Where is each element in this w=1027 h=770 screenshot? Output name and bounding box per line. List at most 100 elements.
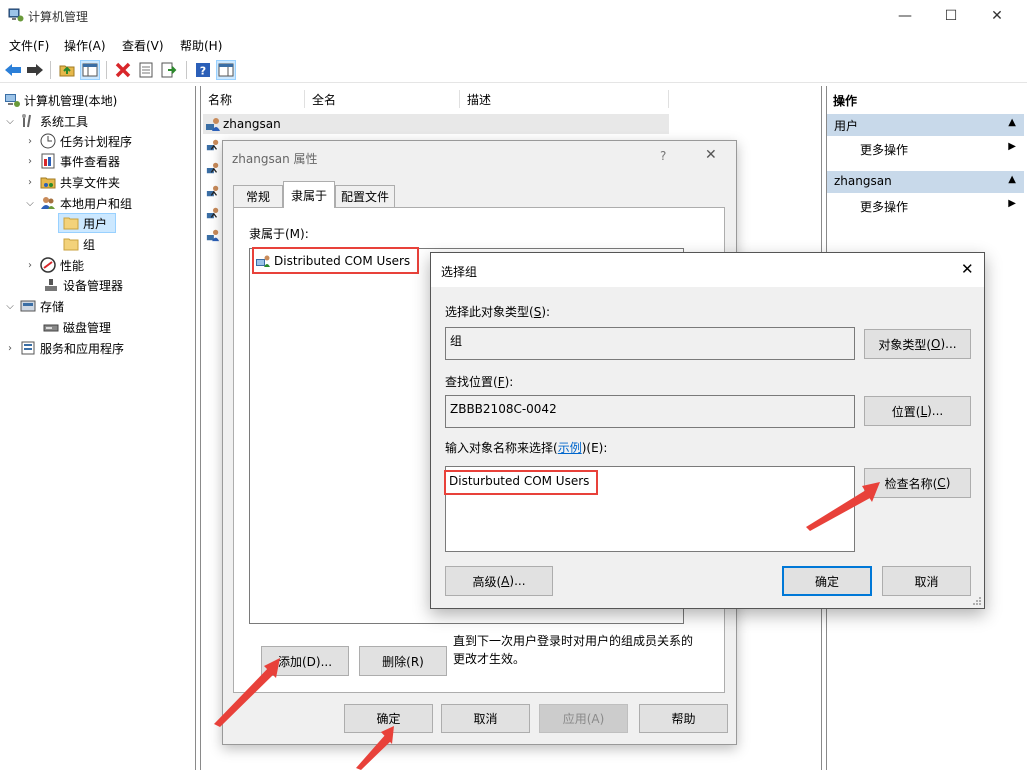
select-ok-button[interactable]: 确定 [782, 566, 872, 596]
performance-icon [40, 257, 56, 273]
collapsed-chevron-icon[interactable]: › [24, 177, 36, 188]
help-icon[interactable]: ? [193, 60, 213, 80]
tree-device-manager[interactable]: 设备管理器 [43, 275, 123, 295]
tree-task-scheduler[interactable]: › 任务计划程序 [24, 131, 132, 151]
collapsed-chevron-icon[interactable]: › [4, 343, 16, 354]
clock-icon [40, 133, 56, 149]
actions-group-users-label: 用户 [834, 119, 859, 133]
event-viewer-icon [41, 153, 55, 169]
add-button[interactable]: 添加(D)... [261, 646, 349, 676]
select-dialog-title-bar [431, 253, 984, 287]
menu-help[interactable]: 帮助(H) [180, 37, 222, 54]
help-button[interactable]: 帮助 [639, 704, 728, 733]
remove-button[interactable]: 删除(R) [359, 646, 447, 676]
expanded-chevron-icon[interactable]: ⌵ [4, 301, 16, 312]
collapsed-chevron-icon[interactable]: › [24, 156, 36, 167]
column-header-description[interactable]: 描述 [467, 91, 491, 108]
action-more-actions-users[interactable]: 更多操作 ▶ [827, 138, 1024, 160]
tree-services-apps[interactable]: › 服务和应用程序 [4, 338, 124, 358]
tab-general[interactable]: 常规 [233, 185, 283, 207]
show-hide-tree-icon[interactable] [80, 60, 100, 80]
tree-event-viewer[interactable]: › 事件查看器 [24, 151, 120, 171]
actions-group-zhangsan[interactable]: zhangsan ▲ [827, 171, 1024, 193]
user-icon[interactable] [206, 228, 220, 242]
column-header-name[interactable]: 名称 [208, 91, 232, 108]
tree-users[interactable]: 用户 [58, 213, 117, 233]
disk-icon [43, 324, 59, 332]
properties-icon[interactable] [136, 60, 156, 80]
tree-event-viewer-label: 事件查看器 [60, 154, 121, 169]
minimize-button[interactable]: — [882, 0, 928, 32]
membership-note: 直到下一次用户登录时对用户的组成员关系的更改才生效。 [453, 634, 694, 666]
computer-management-icon [8, 8, 24, 22]
delete-icon[interactable] [113, 60, 133, 80]
actions-group-users[interactable]: 用户 ▲ [827, 114, 1024, 136]
console-tree: 计算机管理(本地) ⌵ 系统工具 › 任务计划程序 › 事件查看器 › 共享文件… [0, 86, 196, 770]
tree-root[interactable]: 计算机管理(本地) [4, 90, 117, 110]
collapsed-chevron-icon[interactable]: › [24, 260, 36, 271]
advanced-button[interactable]: 高级(A)... [445, 566, 553, 596]
examples-link[interactable]: 示例 [558, 441, 582, 455]
submenu-arrow-icon: ▶ [1008, 141, 1016, 152]
location-label: 查找位置(F): [445, 375, 514, 389]
user-icon[interactable] [206, 184, 220, 198]
tools-icon [22, 114, 31, 128]
folder-icon [63, 238, 79, 251]
users-group-icon [41, 197, 55, 209]
object-types-button[interactable]: 对象类型(O)... [864, 329, 971, 359]
maximize-button[interactable]: ☐ [928, 0, 974, 32]
location-field: ZBBB2108C-0042 [445, 395, 855, 428]
dialog-help-button[interactable]: ? [660, 149, 666, 163]
window-title: 计算机管理 [28, 10, 89, 24]
tree-disk-management[interactable]: 磁盘管理 [43, 317, 111, 337]
action-more-actions-zhangsan[interactable]: 更多操作 ▶ [827, 195, 1024, 217]
menu-file[interactable]: 文件(F) [9, 37, 49, 54]
user-icon[interactable] [206, 206, 220, 220]
select-cancel-button[interactable]: 取消 [882, 566, 971, 596]
tree-groups-label: 组 [83, 237, 96, 252]
select-dialog-close-button[interactable]: ✕ [961, 260, 974, 278]
annotation-highlight-box [444, 470, 598, 495]
tree-system-tools[interactable]: ⌵ 系统工具 [4, 111, 88, 131]
tree-performance[interactable]: › 性能 [24, 255, 84, 275]
resize-grip-icon[interactable] [972, 596, 982, 606]
apply-button[interactable]: 应用(A) [539, 704, 628, 733]
user-icon[interactable] [206, 138, 220, 152]
svg-text:?: ? [200, 65, 206, 78]
close-window-button[interactable]: ✕ [974, 0, 1020, 32]
select-groups-dialog: 选择组 ✕ 选择此对象类型(S): 组 对象类型(O)... 查找位置(F): … [430, 252, 985, 609]
tree-storage[interactable]: ⌵ 存储 [4, 296, 64, 316]
export-list-icon[interactable] [159, 60, 179, 80]
menu-view[interactable]: 查看(V) [122, 37, 164, 54]
collapse-triangle-icon[interactable]: ▲ [1008, 174, 1016, 185]
tree-groups[interactable]: 组 [63, 234, 95, 254]
tree-local-users-groups-label: 本地用户和组 [60, 196, 133, 211]
expanded-chevron-icon[interactable]: ⌵ [4, 116, 16, 127]
up-folder-icon[interactable] [57, 60, 77, 80]
select-dialog-title: 选择组 [441, 265, 478, 279]
collapse-triangle-icon[interactable]: ▲ [1008, 117, 1016, 128]
back-arrow-icon[interactable] [3, 60, 23, 80]
show-hide-action-pane-icon[interactable] [216, 60, 236, 80]
tree-local-users-groups[interactable]: ⌵ 本地用户和组 [24, 193, 132, 213]
tab-member-of[interactable]: 隶属于 [283, 181, 335, 208]
annotation-highlight-box [252, 247, 419, 274]
collapsed-chevron-icon[interactable]: › [24, 136, 36, 147]
locations-button[interactable]: 位置(L)... [864, 396, 971, 426]
menu-action[interactable]: 操作(A) [64, 37, 106, 54]
check-names-button[interactable]: 检查名称(C) [864, 468, 971, 498]
user-icon[interactable] [206, 161, 220, 175]
tree-shared-folders[interactable]: › 共享文件夹 [24, 172, 120, 192]
expanded-chevron-icon[interactable]: ⌵ [24, 198, 36, 209]
tab-profile[interactable]: 配置文件 [335, 185, 395, 207]
dialog-close-button[interactable]: ✕ [705, 147, 717, 163]
ok-button[interactable]: 确定 [344, 704, 433, 733]
cancel-button[interactable]: 取消 [441, 704, 530, 733]
title-bar: 计算机管理 — ☐ ✕ [0, 0, 1027, 32]
tree-task-scheduler-label: 任务计划程序 [60, 134, 133, 149]
forward-arrow-icon[interactable] [25, 60, 45, 80]
list-row-name: zhangsan [223, 117, 281, 131]
list-row-zhangsan[interactable]: zhangsan [203, 114, 669, 134]
folder-icon [63, 217, 79, 230]
column-header-fullname[interactable]: 全名 [312, 91, 336, 108]
